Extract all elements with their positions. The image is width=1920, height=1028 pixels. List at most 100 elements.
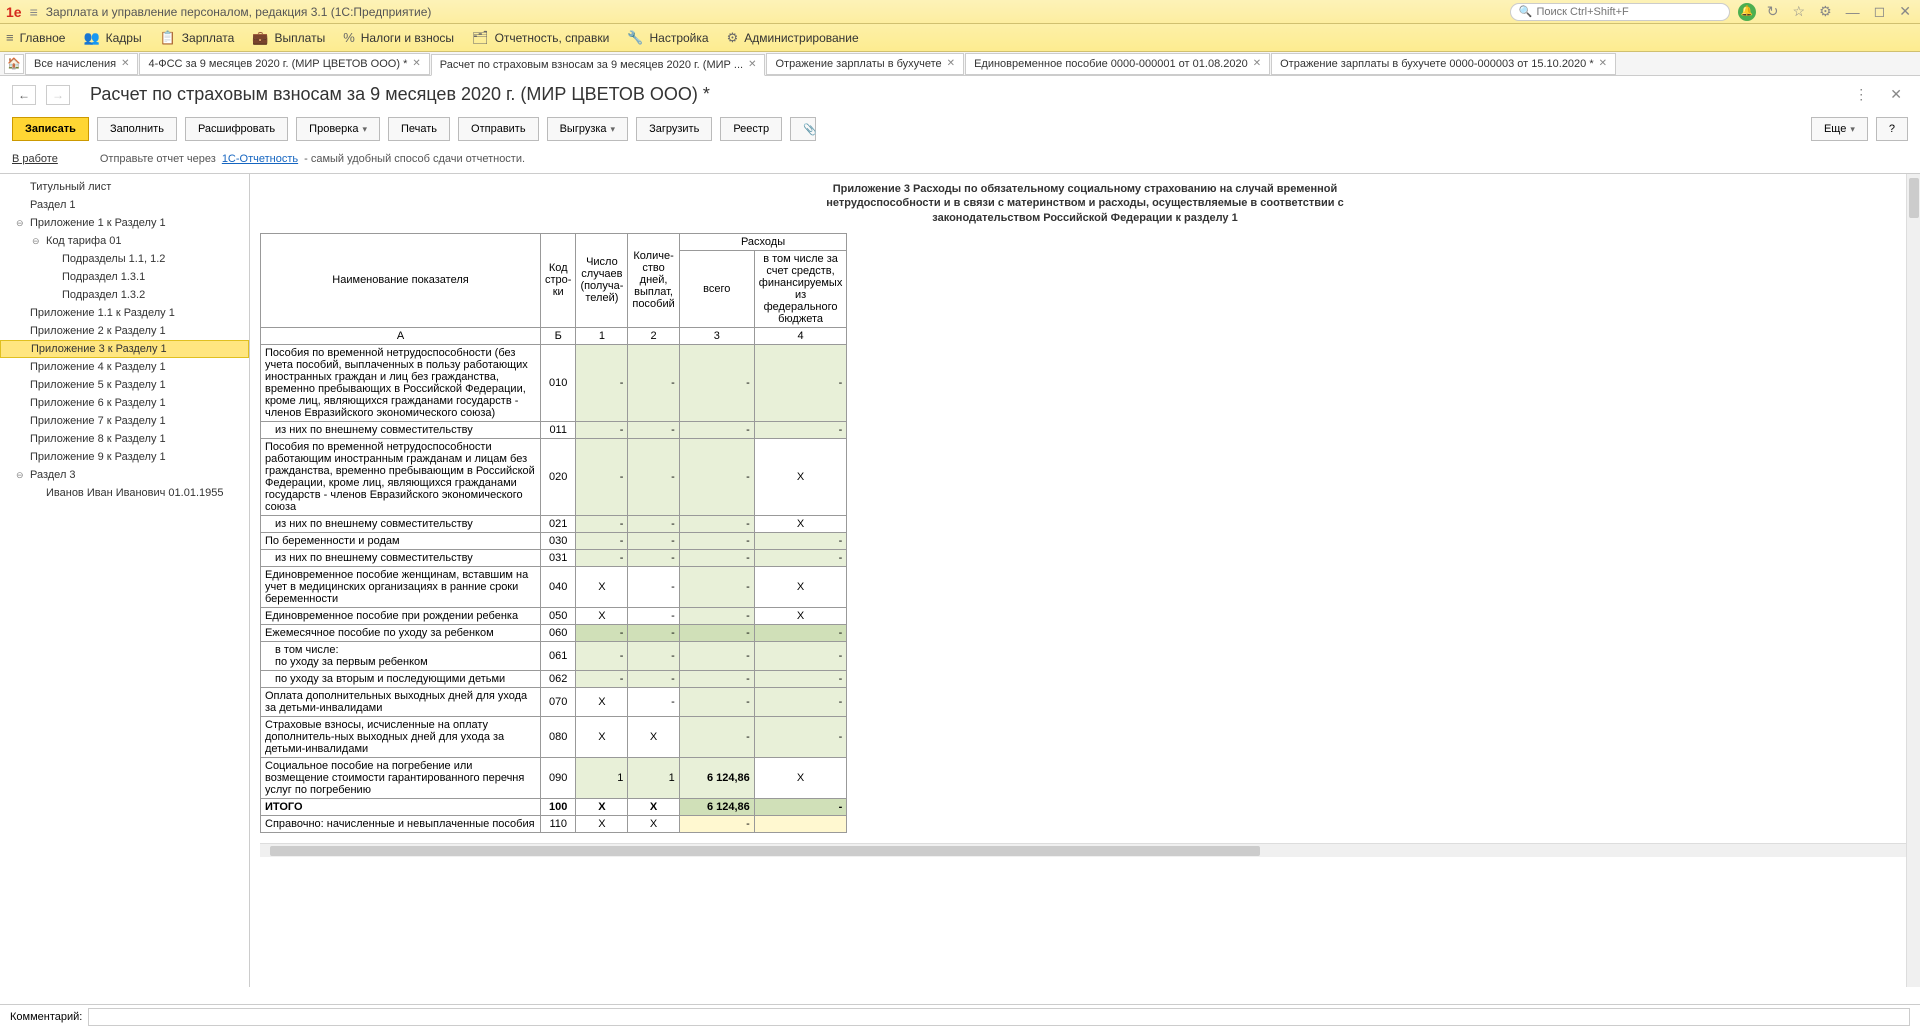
cell[interactable]: X <box>754 757 847 798</box>
cell[interactable]: - <box>754 641 847 670</box>
close-icon[interactable]: ✕ <box>121 58 129 69</box>
comment-input[interactable] <box>88 1008 1910 1026</box>
export-button[interactable]: Выгрузка▾ <box>547 117 629 141</box>
cell[interactable]: X <box>754 515 847 532</box>
vertical-scrollbar[interactable] <box>1906 174 1920 987</box>
tree-item[interactable]: Подразделы 1.1, 1.2 <box>0 250 249 268</box>
cell[interactable]: - <box>628 421 679 438</box>
tree-item[interactable]: Приложение 3 к Разделу 1 <box>0 340 249 358</box>
close-window-icon[interactable]: ✕ <box>1896 3 1914 20</box>
cell[interactable]: - <box>576 532 628 549</box>
cell[interactable]: - <box>679 438 754 515</box>
cell[interactable]: - <box>754 421 847 438</box>
menu-vyplaty[interactable]: 💼Выплаты <box>252 30 325 46</box>
cell[interactable]: X <box>576 716 628 757</box>
fill-button[interactable]: Заполнить <box>97 117 177 141</box>
cell[interactable]: - <box>628 607 679 624</box>
expand-icon[interactable]: ⊖ <box>16 470 26 481</box>
cell[interactable]: - <box>679 670 754 687</box>
status-link[interactable]: 1С-Отчетность <box>222 153 298 165</box>
tree-item[interactable]: Приложение 9 к Разделу 1 <box>0 448 249 466</box>
tab-3[interactable]: Отражение зарплаты в бухучете✕ <box>766 53 964 75</box>
cell[interactable]: X <box>628 798 679 815</box>
tree-item[interactable]: Приложение 2 к Разделу 1 <box>0 322 249 340</box>
cell[interactable]: - <box>628 515 679 532</box>
search-input[interactable] <box>1536 6 1720 18</box>
tree-item[interactable]: Приложение 4 к Разделу 1 <box>0 358 249 376</box>
cell[interactable]: - <box>679 687 754 716</box>
cell[interactable]: X <box>576 607 628 624</box>
cell[interactable]: - <box>576 670 628 687</box>
cell[interactable]: - <box>754 532 847 549</box>
menu-kadry[interactable]: 👥Кадры <box>83 30 141 46</box>
more-button[interactable]: Еще▾ <box>1811 117 1868 141</box>
cell[interactable]: - <box>628 549 679 566</box>
settings-icon[interactable]: ⚙ <box>1816 3 1835 20</box>
cell[interactable]: 6 124,86 <box>679 798 754 815</box>
cell[interactable]: - <box>576 624 628 641</box>
cell[interactable]: - <box>576 641 628 670</box>
close-icon[interactable]: ✕ <box>947 58 955 69</box>
tree-item[interactable]: Подраздел 1.3.1 <box>0 268 249 286</box>
cell[interactable]: - <box>628 566 679 607</box>
tab-5[interactable]: Отражение зарплаты в бухучете 0000-00000… <box>1271 53 1616 75</box>
menu-nastroika[interactable]: 🔧Настройка <box>627 30 708 46</box>
tree-item[interactable]: Иванов Иван Иванович 01.01.1955 <box>0 484 249 502</box>
cell[interactable]: 1 <box>628 757 679 798</box>
cell[interactable]: X <box>628 716 679 757</box>
expand-icon[interactable]: ⊖ <box>32 236 42 247</box>
tab-4[interactable]: Единовременное пособие 0000-000001 от 01… <box>965 53 1270 75</box>
close-icon[interactable]: ✕ <box>1253 58 1261 69</box>
cell[interactable]: X <box>576 798 628 815</box>
cell[interactable]: - <box>754 687 847 716</box>
bell-icon[interactable]: 🔔 <box>1738 3 1756 21</box>
menu-zarplata[interactable]: 📋Зарплата <box>160 30 235 46</box>
registry-button[interactable]: Реестр <box>720 117 782 141</box>
tree-item[interactable]: Титульный лист <box>0 178 249 196</box>
tree-item[interactable]: Приложение 5 к Разделу 1 <box>0 376 249 394</box>
expand-icon[interactable]: ⊖ <box>16 218 26 229</box>
kebab-icon[interactable]: ⋮ <box>1848 86 1874 103</box>
tree-item[interactable]: Приложение 7 к Разделу 1 <box>0 412 249 430</box>
menu-main[interactable]: ≡Главное <box>6 30 65 45</box>
cell[interactable]: - <box>679 607 754 624</box>
cell[interactable]: - <box>628 687 679 716</box>
cell[interactable]: - <box>576 515 628 532</box>
tree-item[interactable]: Раздел 1 <box>0 196 249 214</box>
menu-icon[interactable]: ≡ <box>30 4 38 20</box>
cell[interactable]: - <box>576 438 628 515</box>
menu-otchetnost[interactable]: 🗂Отчетность, справки <box>472 30 609 46</box>
history-icon[interactable]: ↻ <box>1764 3 1782 20</box>
tab-2[interactable]: Расчет по страховым взносам за 9 месяцев… <box>431 54 766 76</box>
tab-1[interactable]: 4-ФСС за 9 месяцев 2020 г. (МИР ЦВЕТОВ О… <box>139 53 429 75</box>
close-icon[interactable]: ✕ <box>412 58 420 69</box>
tree-item[interactable]: Приложение 8 к Разделу 1 <box>0 430 249 448</box>
cell[interactable]: - <box>679 815 754 832</box>
cell[interactable]: - <box>679 549 754 566</box>
cell[interactable]: X <box>628 815 679 832</box>
cell[interactable]: - <box>576 344 628 421</box>
cell[interactable]: - <box>679 624 754 641</box>
cell[interactable]: - <box>628 438 679 515</box>
menu-admin[interactable]: ⚙Администрирование <box>727 30 859 46</box>
cell[interactable]: - <box>754 624 847 641</box>
cell[interactable]: - <box>754 344 847 421</box>
tree-item[interactable]: Подраздел 1.3.2 <box>0 286 249 304</box>
cell[interactable]: - <box>576 549 628 566</box>
cell[interactable]: 1 <box>576 757 628 798</box>
cell[interactable] <box>754 815 847 832</box>
attach-button[interactable]: 📎 <box>790 117 816 141</box>
horizontal-scrollbar[interactable] <box>260 843 1910 857</box>
home-tab[interactable]: 🏠 <box>4 54 24 74</box>
tree-item[interactable]: ⊖Код тарифа 01 <box>0 232 249 250</box>
cell[interactable]: - <box>754 549 847 566</box>
cell[interactable]: - <box>754 798 847 815</box>
search-box[interactable]: 🔍 <box>1510 3 1730 21</box>
cell[interactable]: - <box>679 421 754 438</box>
help-button[interactable]: ? <box>1876 117 1908 141</box>
check-button[interactable]: Проверка▾ <box>296 117 380 141</box>
cell[interactable]: - <box>628 532 679 549</box>
cell[interactable]: X <box>576 566 628 607</box>
cell[interactable]: - <box>628 670 679 687</box>
back-button[interactable]: ← <box>12 85 36 105</box>
